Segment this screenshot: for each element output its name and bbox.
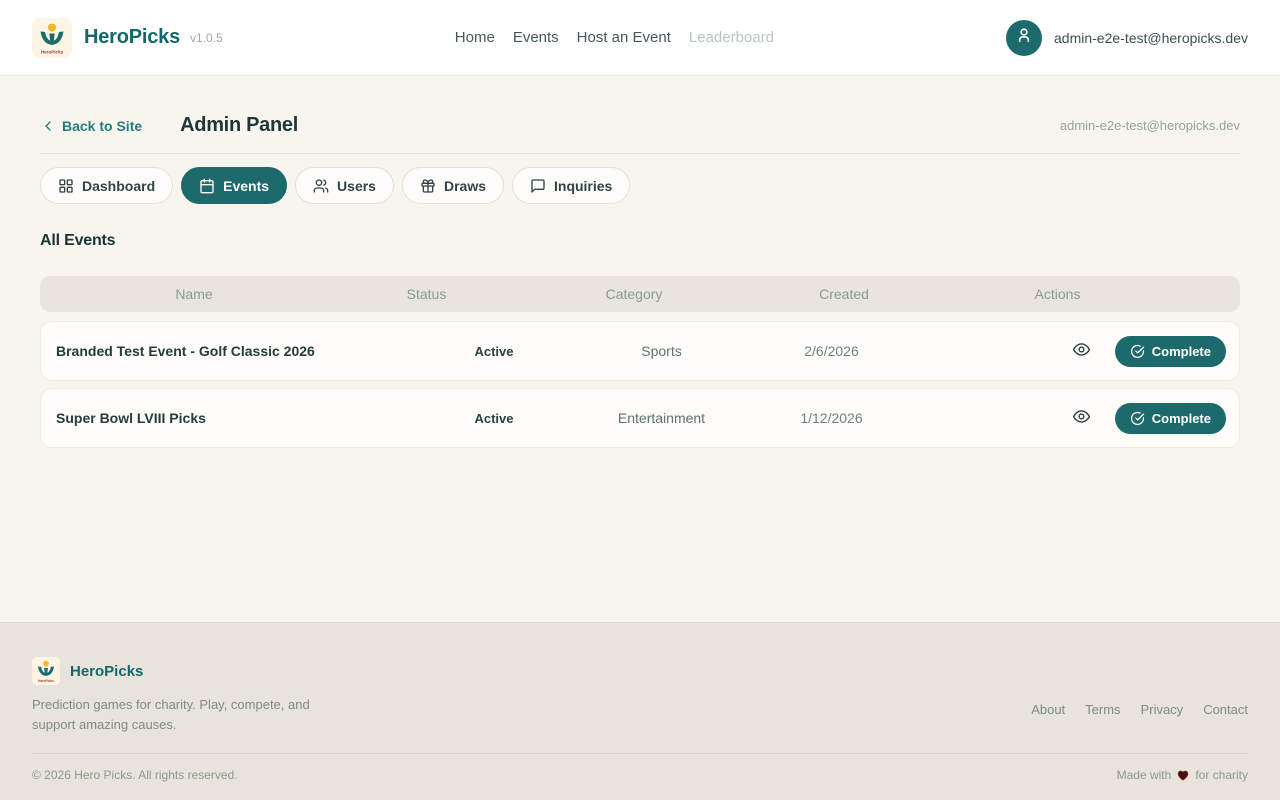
footer-link[interactable]: Terms [1085,702,1120,717]
user-menu: admin-e2e-test@heropicks.dev [1006,20,1248,56]
event-actions: Complete [944,336,1226,367]
admin-tab[interactable]: Draws [402,167,504,204]
admin-tab[interactable]: Events [181,167,287,204]
back-to-site-label: Back to Site [62,118,142,134]
admin-header-row: Back to Site Admin Panel admin-e2e-test@… [40,114,1240,137]
event-actions: Complete [944,403,1226,434]
footer-link[interactable]: About [1031,702,1065,717]
event-name: Branded Test Event - Golf Classic 2026 [54,343,384,359]
section-heading: All Events [40,232,1240,250]
nav-link[interactable]: Events [513,29,559,46]
user-icon [1014,25,1034,50]
top-header: HeroPicks HeroPicks v1.0.5 Home Events H… [0,0,1280,76]
events-table-body: Branded Test Event - Golf Classic 2026 A… [40,321,1240,448]
heart-icon [1176,768,1190,782]
admin-panel-main: Back to Site Admin Panel admin-e2e-test@… [0,76,1280,622]
view-event-button[interactable] [1070,338,1093,364]
table-header: Name Status Category Created Actions [40,276,1240,312]
event-category: Sports [604,343,719,359]
users-icon [313,178,329,194]
brand-name: HeroPicks [84,26,180,49]
footer-brand-block: HeroPicks HeroPicks Prediction games for… [32,657,327,735]
calendar-icon [199,178,215,194]
column-header: Name [54,286,334,302]
event-created: 1/12/2026 [719,410,944,426]
admin-tab[interactable]: Inquiries [512,167,630,204]
column-header: Category [519,286,749,302]
gift-icon [420,178,436,194]
user-email: admin-e2e-test@heropicks.dev [1054,30,1248,46]
main-nav: Home Events Host an Event Leaderboard [455,29,774,46]
page-title: Admin Panel [180,114,298,137]
table-row: Super Bowl LVIII Picks Active Entertainm… [40,388,1240,448]
app-version: v1.0.5 [190,31,223,45]
complete-label: Complete [1152,411,1211,426]
tab-label: Users [337,178,376,194]
admin-tabs: Dashboard Events Users Draws Inquiries [40,167,1240,204]
column-header: Created [749,286,939,302]
event-created: 2/6/2026 [719,343,944,359]
event-name: Super Bowl LVIII Picks [54,410,384,426]
heropicks-logo: HeroPicks [32,657,60,685]
complete-event-button[interactable]: Complete [1115,336,1226,367]
complete-label: Complete [1152,344,1211,359]
nav-link[interactable]: Host an Event [577,29,671,46]
footer-link[interactable]: Contact [1203,702,1248,717]
table-row: Branded Test Event - Golf Classic 2026 A… [40,321,1240,381]
back-to-site-link[interactable]: Back to Site [40,118,142,134]
avatar[interactable] [1006,20,1042,56]
complete-event-button[interactable]: Complete [1115,403,1226,434]
admin-tab[interactable]: Users [295,167,394,204]
tab-label: Inquiries [554,178,612,194]
nav-link[interactable]: Home [455,29,495,46]
site-footer: HeroPicks HeroPicks Prediction games for… [0,622,1280,800]
column-header: Status [334,286,519,302]
footer-brand-link[interactable]: HeroPicks HeroPicks [32,657,327,685]
tab-label: Events [223,178,269,194]
message-icon [530,178,546,194]
footer-link[interactable]: Privacy [1141,702,1184,717]
tab-label: Draws [444,178,486,194]
check-circle-icon [1130,344,1145,359]
made-with-text: Made with for charity [1117,768,1248,782]
heropicks-logo: HeroPicks [32,18,72,58]
svg-text:HeroPicks: HeroPicks [41,49,64,54]
check-circle-icon [1130,411,1145,426]
event-status: Active [384,411,604,426]
admin-tab[interactable]: Dashboard [40,167,173,204]
column-header: Actions [939,286,1226,302]
view-event-button[interactable] [1070,405,1093,431]
footer-links: About Terms Privacy Contact [1031,683,1248,735]
copyright-text: © 2026 Hero Picks. All rights reserved. [32,768,238,782]
admin-email: admin-e2e-test@heropicks.dev [1060,118,1240,133]
nav-link[interactable]: Leaderboard [689,29,774,46]
eye-icon [1072,407,1091,429]
eye-icon [1072,340,1091,362]
brand-home-link[interactable]: HeroPicks HeroPicks v1.0.5 [32,18,223,58]
svg-text:HeroPicks: HeroPicks [38,679,54,683]
chevron-left-icon [40,118,56,134]
event-status: Active [384,344,604,359]
footer-brand-name: HeroPicks [70,663,143,680]
footer-description: Prediction games for charity. Play, comp… [32,695,327,735]
event-category: Entertainment [604,410,719,426]
divider [40,153,1240,154]
tab-label: Dashboard [82,178,155,194]
grid-icon [58,178,74,194]
